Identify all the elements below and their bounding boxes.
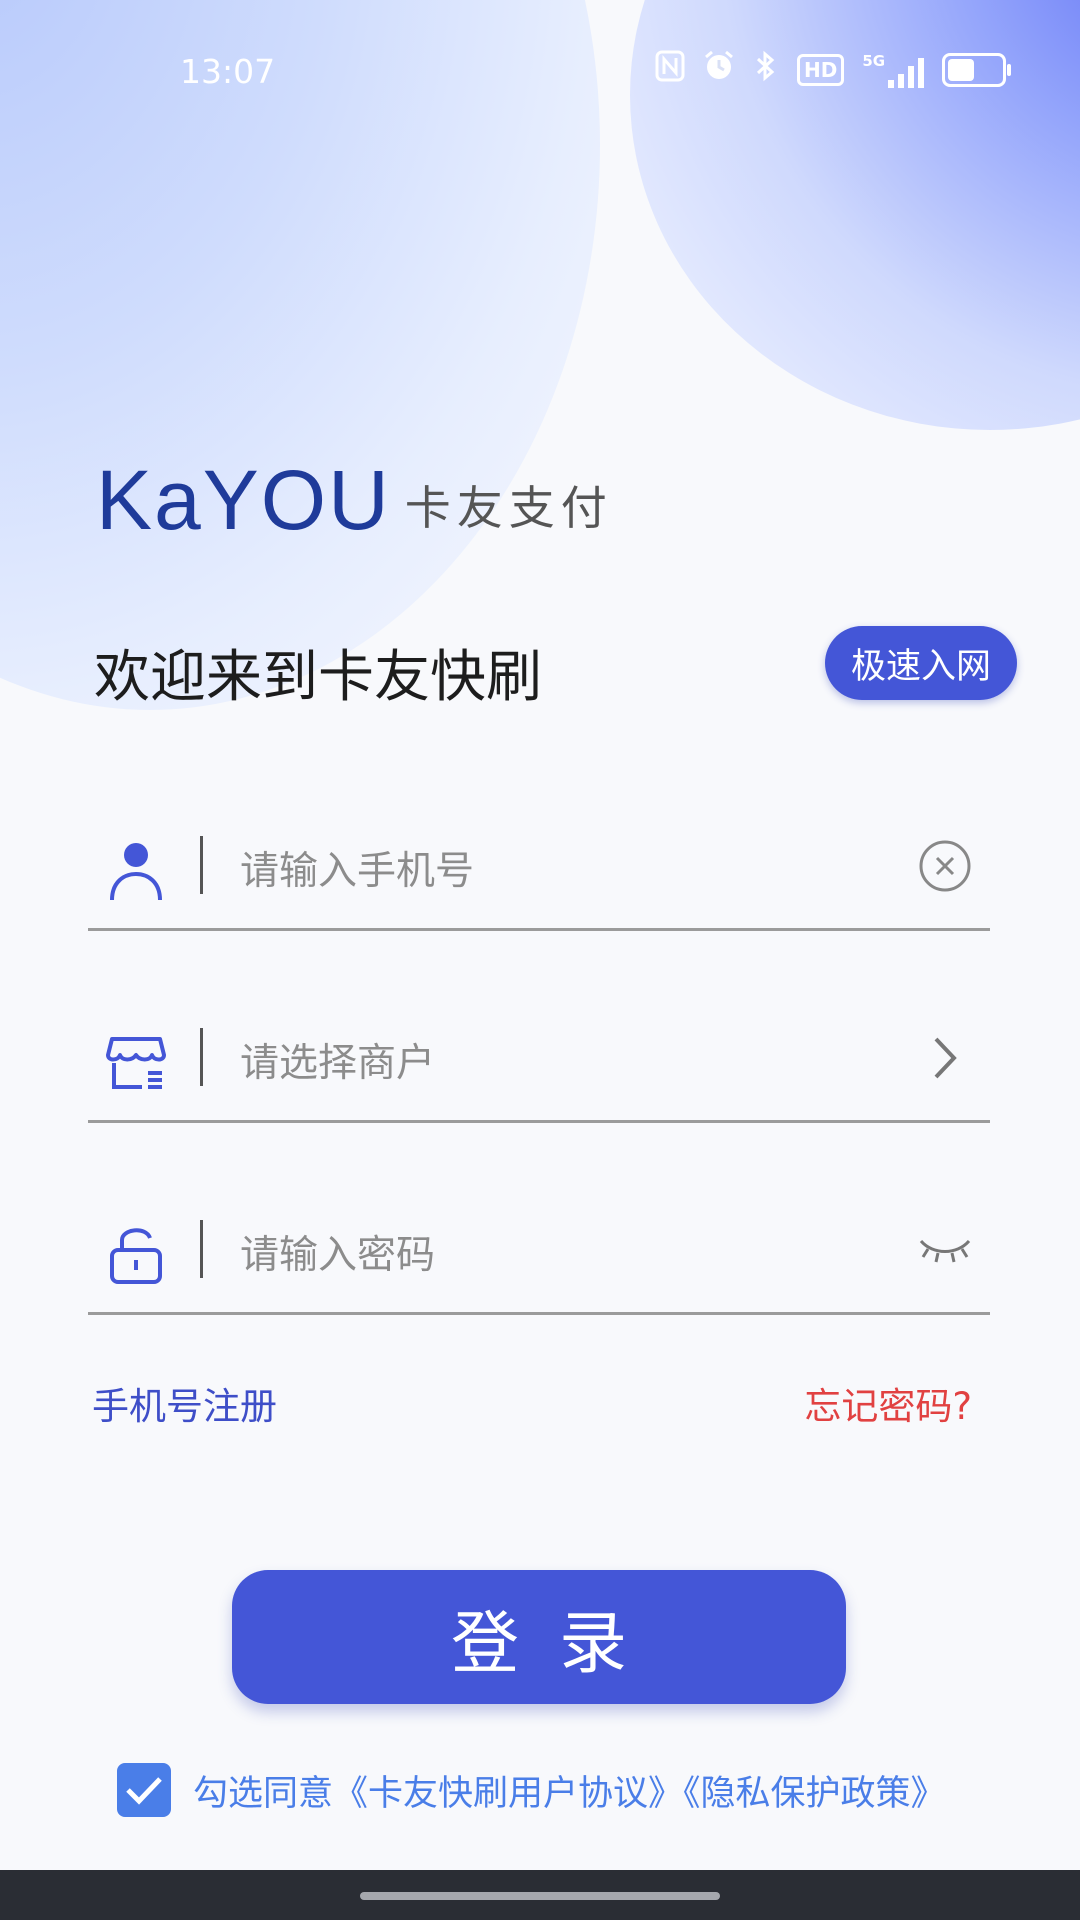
clear-icon[interactable] — [916, 834, 974, 898]
chevron-right-icon — [916, 1026, 974, 1090]
password-input[interactable] — [238, 1222, 802, 1288]
field-divider — [200, 836, 203, 894]
battery-icon — [942, 53, 1012, 87]
login-button[interactable]: 登录 — [232, 1570, 846, 1704]
merchant-field[interactable] — [88, 1000, 990, 1123]
status-icons: HD 5G — [655, 50, 1012, 90]
password-field — [88, 1192, 990, 1315]
status-time: 13:07 — [180, 52, 276, 91]
phone-field — [88, 808, 990, 931]
alarm-icon — [703, 50, 735, 90]
brand-logo: KaYOU 卡友支付 — [96, 458, 613, 542]
phone-register-link[interactable]: 手机号注册 — [92, 1376, 277, 1430]
quick-join-button[interactable]: 极速入网 — [825, 626, 1017, 700]
logo-subtitle: 卡友支付 — [404, 481, 613, 535]
user-icon — [106, 838, 166, 904]
home-gesture-handle[interactable] — [360, 1892, 720, 1900]
merchant-select[interactable] — [238, 1030, 802, 1096]
navigation-bar — [0, 1870, 1080, 1920]
nfc-icon — [655, 50, 685, 90]
bluetooth-icon — [753, 50, 779, 90]
battery-level-fill — [948, 59, 975, 81]
agreement-row: 勾选同意《卡友快刷用户协议》《隐私保护政策》 — [117, 1763, 946, 1817]
hd-icon: HD — [797, 54, 845, 86]
lock-icon — [106, 1222, 166, 1288]
store-icon — [106, 1030, 166, 1096]
welcome-title: 欢迎来到卡友快刷 — [94, 645, 542, 710]
agreement-text[interactable]: 勾选同意《卡友快刷用户协议》《隐私保护政策》 — [193, 1765, 946, 1816]
network-type-label: 5G — [862, 52, 886, 70]
forgot-password-link[interactable]: 忘记密码? — [804, 1376, 972, 1430]
phone-input[interactable] — [238, 838, 802, 904]
eye-closed-icon[interactable] — [916, 1218, 974, 1282]
field-divider — [200, 1028, 203, 1086]
agree-checkbox[interactable] — [117, 1763, 171, 1817]
field-divider — [200, 1220, 203, 1278]
signal-5g-icon: 5G — [862, 52, 925, 88]
status-bar: 13:07 HD 5G — [0, 0, 1080, 150]
logo-wordmark: KaYOU — [96, 453, 391, 547]
check-icon — [126, 1777, 162, 1805]
